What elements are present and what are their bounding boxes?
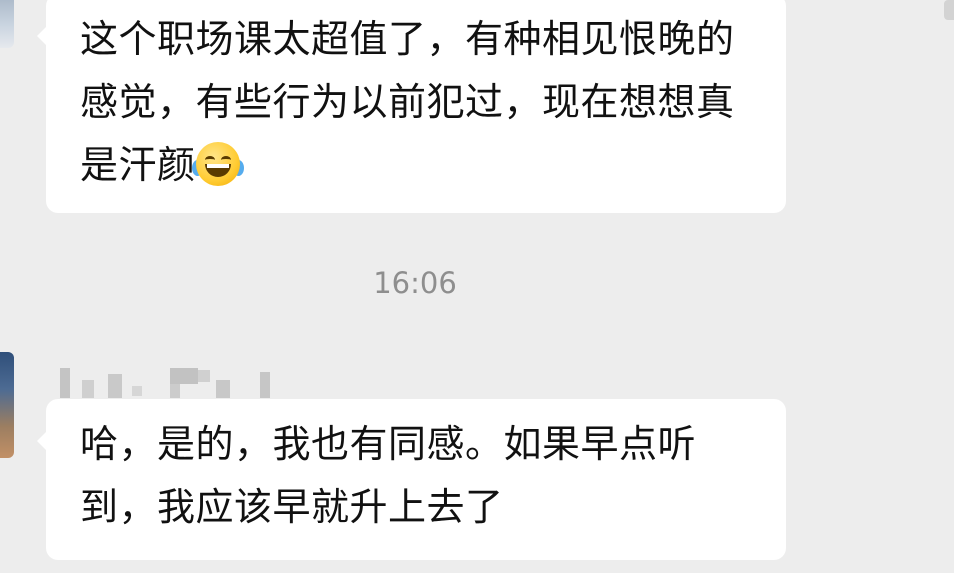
message-text: 哈，是的，我也有同感。如果早点听到，我应该早就升上去了 — [80, 422, 697, 529]
message-bubble[interactable]: 哈，是的，我也有同感。如果早点听到，我应该早就升上去了 — [37, 399, 786, 560]
message-bubble[interactable]: 这个职场课太超值了，有种相见恨晚的感觉，有些行为以前犯过，现在想想真是汗颜 — [37, 0, 786, 213]
scrollbar[interactable] — [944, 0, 954, 20]
sender-avatar[interactable] — [0, 352, 14, 458]
sender-avatar[interactable] — [0, 0, 14, 48]
sender-name-blurred — [60, 366, 290, 400]
message-timestamp: 16:06 — [373, 266, 457, 300]
tears-of-joy-icon — [191, 142, 244, 186]
chat-view: 这个职场课太超值了，有种相见恨晚的感觉，有些行为以前犯过，现在想想真是汗颜 16… — [0, 0, 954, 573]
message-text: 这个职场课太超值了，有种相见恨晚的感觉，有些行为以前犯过，现在想想真是汗颜 — [80, 17, 735, 187]
